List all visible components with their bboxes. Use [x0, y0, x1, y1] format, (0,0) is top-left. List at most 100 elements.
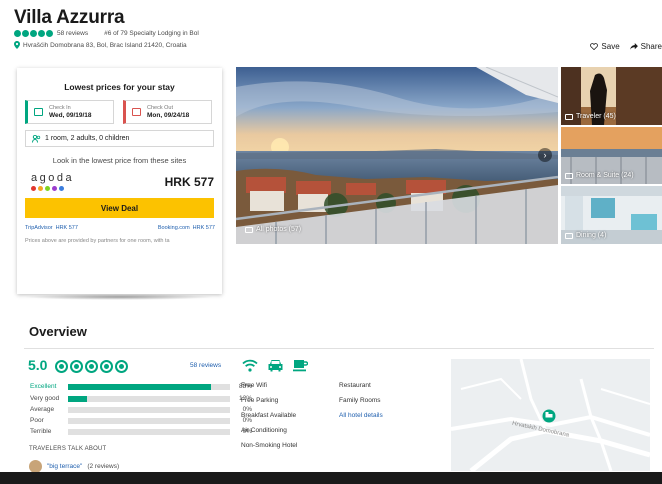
all-photos-label: All photos (57) — [256, 226, 302, 233]
traveler-photos-label: Traveler (45) — [576, 113, 616, 120]
dining-photos-link: Dining (4) — [565, 232, 606, 239]
rating-bar-fill — [68, 395, 88, 402]
rating-label: Poor — [30, 417, 44, 424]
rating-row-excellent[interactable]: Excellent 88% — [30, 383, 252, 390]
amenity-item: Family Rooms — [339, 397, 381, 404]
provider-logo-dots — [31, 186, 64, 191]
look-text: Look in the lowest price from these site… — [52, 156, 187, 165]
rating-row-average[interactable]: Average 0% — [30, 406, 252, 413]
amenities-list-left: Free Wifi Free Parking Breakfast Availab… — [241, 382, 297, 457]
overview-title: Overview — [29, 324, 87, 339]
bottom-bar — [0, 472, 662, 484]
guests-selector[interactable]: 1 room, 2 adults, 0 children — [25, 130, 214, 147]
map-pin-icon — [542, 409, 556, 423]
header-actions: Save Share — [590, 42, 662, 51]
page-title: Villa Azzurra — [14, 7, 125, 28]
ranking-text[interactable]: #6 of 79 Specialty Lodging in Bol — [104, 30, 199, 37]
calendar-icon — [34, 108, 43, 116]
rating-label: Very good — [30, 395, 60, 402]
rating-row-poor[interactable]: Poor 0% — [30, 417, 252, 424]
save-button[interactable]: Save — [590, 42, 620, 51]
dining-photo[interactable]: Dining (4) — [561, 186, 662, 244]
rating-bar — [68, 383, 230, 390]
talk-topic-count: (2 reviews) — [87, 463, 120, 470]
main-photo[interactable]: All photos (57) — [236, 67, 558, 244]
person-icon — [32, 134, 41, 143]
camera-icon — [565, 232, 573, 239]
partner-name: Booking.com — [157, 225, 190, 231]
check-in-label: Check In — [49, 104, 71, 111]
amenity-item: Restaurant — [339, 382, 371, 389]
overview-reviews-link[interactable]: 58 reviews — [190, 362, 221, 369]
address-text: Hvrašćih Domobrana 83, Bol, Brac Island … — [23, 41, 187, 49]
partner-price: HRK 577 — [192, 225, 215, 231]
rating-bar — [68, 395, 230, 402]
amenity-item: Free Wifi — [241, 382, 267, 389]
dining-photos-label: Dining (4) — [576, 232, 607, 239]
talk-topic-link[interactable]: "big terrace" — [47, 463, 82, 470]
overall-score: 5.0 — [28, 357, 48, 373]
price-value: HRK 577 — [164, 175, 214, 189]
check-out-value: Mon, 09/24/18 — [147, 111, 190, 119]
provider-logo: agoda — [31, 172, 75, 184]
hotel-details-link[interactable]: All hotel details — [339, 412, 383, 427]
location-pin-icon — [14, 41, 20, 49]
rating-label: Terrible — [30, 428, 52, 435]
card-shadow — [24, 294, 214, 300]
rating-summary: 58 reviews #6 of 79 Specialty Lodging in… — [14, 30, 199, 37]
next-photo-arrow[interactable]: › — [538, 148, 552, 162]
view-deal-button[interactable]: View Deal — [25, 198, 214, 218]
wifi-icon — [242, 359, 258, 372]
check-out-label: Check Out — [147, 104, 173, 111]
partner-prices: TripAdvisor HRK 577 Booking.com HRK 577 — [25, 225, 215, 231]
car-icon — [268, 360, 283, 372]
share-label: Share — [640, 42, 662, 51]
camera-icon — [565, 113, 573, 120]
heart-icon — [590, 43, 599, 50]
check-out-picker[interactable]: Check Out Mon, 09/24/18 — [123, 100, 212, 124]
traveler-photos-link: Traveler (45) — [565, 113, 616, 120]
guests-text: 1 room, 2 adults, 0 children — [45, 135, 130, 142]
rating-row-terrible[interactable]: Terrible 0% — [30, 428, 252, 435]
amenities-list-right: Restaurant Family Rooms All hotel detail… — [339, 382, 383, 427]
travelers-talk-title: TRAVELERS TALK ABOUT — [29, 446, 107, 452]
location-map[interactable]: Hrvatskih Domobrana — [451, 359, 650, 471]
camera-icon — [565, 172, 573, 179]
rating-row-very-good[interactable]: Very good 12% — [30, 395, 252, 402]
calendar-icon — [132, 108, 141, 116]
amenity-icons — [242, 359, 308, 372]
rating-bar — [68, 428, 230, 435]
price-disclaimer: Prices above are provided by partners fo… — [25, 238, 170, 244]
map-image: Hrvatskih Domobrana — [451, 359, 650, 471]
partner-price: HRK 577 — [55, 225, 78, 231]
share-arrow-icon — [629, 43, 638, 50]
room-suite-photos-label: Room & Suite (24) — [576, 172, 634, 179]
rating-label: Average — [30, 406, 55, 413]
rating-label: Excellent — [30, 383, 57, 390]
price-card: Lowest prices for your stay Check In Wed… — [17, 68, 222, 294]
amenity-item: Breakfast Available — [241, 412, 297, 419]
coffee-cup-icon — [293, 360, 308, 372]
rating-bar — [68, 417, 230, 424]
all-photos-link[interactable]: All photos (57) — [245, 226, 301, 233]
rating-bar-fill — [68, 383, 211, 390]
traveler-photo[interactable]: Traveler (45) — [561, 67, 662, 125]
sunset-sea-view-image — [236, 67, 558, 244]
address: Hvrašćih Domobrana 83, Bol, Brac Island … — [14, 41, 187, 49]
amenity-item: Air Conditioning — [241, 427, 287, 434]
overview-divider — [24, 348, 654, 349]
rating-bar — [68, 406, 230, 413]
amenity-item: Non-Smoking Hotel — [241, 442, 298, 449]
camera-icon — [245, 226, 253, 233]
rating-bubbles — [14, 30, 53, 37]
partner-booking[interactable]: Booking.com HRK 577 — [158, 225, 215, 231]
check-in-picker[interactable]: Check In Wed, 09/19/18 — [25, 100, 114, 124]
room-suite-photos-link: Room & Suite (24) — [565, 172, 634, 179]
amenity-item: Free Parking — [241, 397, 279, 404]
reviews-count-link[interactable]: 58 reviews — [57, 30, 88, 37]
partner-name: TripAdvisor — [25, 225, 53, 231]
check-in-value: Wed, 09/19/18 — [49, 111, 92, 119]
share-button[interactable]: Share — [629, 42, 662, 51]
partner-tripadvisor[interactable]: TripAdvisor HRK 577 — [25, 225, 78, 231]
room-suite-photo[interactable]: Room & Suite (24) — [561, 127, 662, 184]
